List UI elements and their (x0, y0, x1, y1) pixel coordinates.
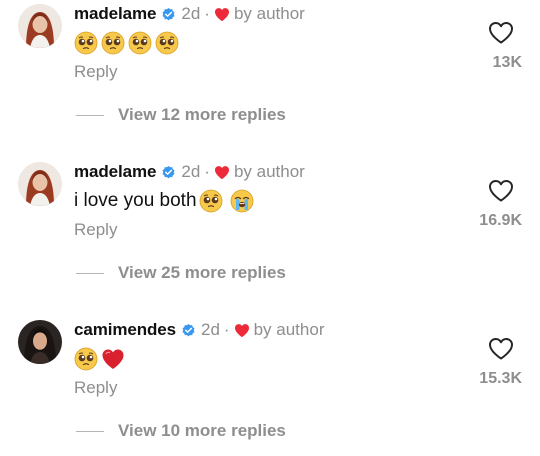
verified-badge-icon (161, 7, 176, 22)
heart-icon (234, 323, 250, 338)
comment-header: madelame 2d · by author (74, 1, 305, 27)
avatar[interactable] (18, 320, 62, 364)
by-author-label: by author (253, 320, 325, 339)
comment-item: madelame 2d · by author Reply 13K View 1… (0, 0, 540, 140)
comment-header: madelame 2d · by author (74, 159, 305, 185)
comment-body-text: i love you both (74, 190, 197, 211)
pleading-face-emoji (128, 31, 152, 55)
view-replies-button[interactable]: View 25 more replies (76, 261, 286, 285)
pleading-face-emoji (74, 31, 98, 55)
verified-badge-icon (181, 323, 196, 338)
loudly-crying-face-emoji (230, 189, 254, 213)
divider-line (76, 430, 104, 432)
view-replies-label: View 25 more replies (118, 263, 286, 282)
avatar[interactable] (18, 162, 62, 206)
comment-header: camimendes 2d · by author (74, 317, 324, 343)
like-button[interactable] (488, 21, 514, 45)
by-author-label: by author (233, 4, 305, 23)
avatar[interactable] (18, 4, 62, 48)
username[interactable]: madelame (74, 1, 156, 27)
verified-badge-icon (161, 165, 176, 180)
timestamp: 2d (181, 162, 201, 181)
username[interactable]: madelame (74, 159, 156, 185)
view-replies-label: View 10 more replies (118, 421, 286, 440)
comment-item: camimendes 2d · by author Reply 15.3K Vi… (0, 316, 540, 456)
heart-icon (214, 7, 230, 22)
reply-button[interactable]: Reply (74, 62, 117, 82)
timestamp: 2d (181, 4, 201, 23)
separator-dot: · (223, 320, 230, 339)
timestamp: 2d (201, 320, 220, 339)
like-button[interactable] (488, 337, 514, 361)
like-count: 15.3K (479, 370, 522, 387)
view-replies-label: View 12 more replies (118, 105, 286, 124)
divider-line (76, 114, 104, 116)
heart-outline-icon (489, 338, 513, 360)
like-count: 13K (492, 54, 522, 71)
comment-text (74, 28, 182, 58)
like-button[interactable] (488, 179, 514, 203)
like-count: 16.9K (479, 212, 522, 229)
red-heart-emoji (101, 347, 125, 371)
separator-dot: · (204, 162, 210, 181)
view-replies-button[interactable]: View 12 more replies (76, 103, 286, 127)
reply-button[interactable]: Reply (74, 220, 117, 240)
separator-dot: · (204, 4, 210, 23)
heart-icon (214, 165, 230, 180)
divider-line (76, 272, 104, 274)
heart-outline-icon (489, 22, 513, 44)
reply-button[interactable]: Reply (74, 378, 117, 398)
heart-outline-icon (489, 180, 513, 202)
pleading-face-emoji (155, 31, 179, 55)
pleading-face-emoji (74, 347, 98, 371)
comment-text: i love you both (74, 186, 257, 216)
comment-item: madelame 2d · by author i love you both … (0, 158, 540, 298)
username[interactable]: camimendes (74, 317, 176, 343)
view-replies-button[interactable]: View 10 more replies (76, 419, 286, 443)
comment-text (74, 344, 128, 374)
by-author-label: by author (233, 162, 305, 181)
pleading-face-emoji (101, 31, 125, 55)
pleading-face-emoji (199, 189, 223, 213)
